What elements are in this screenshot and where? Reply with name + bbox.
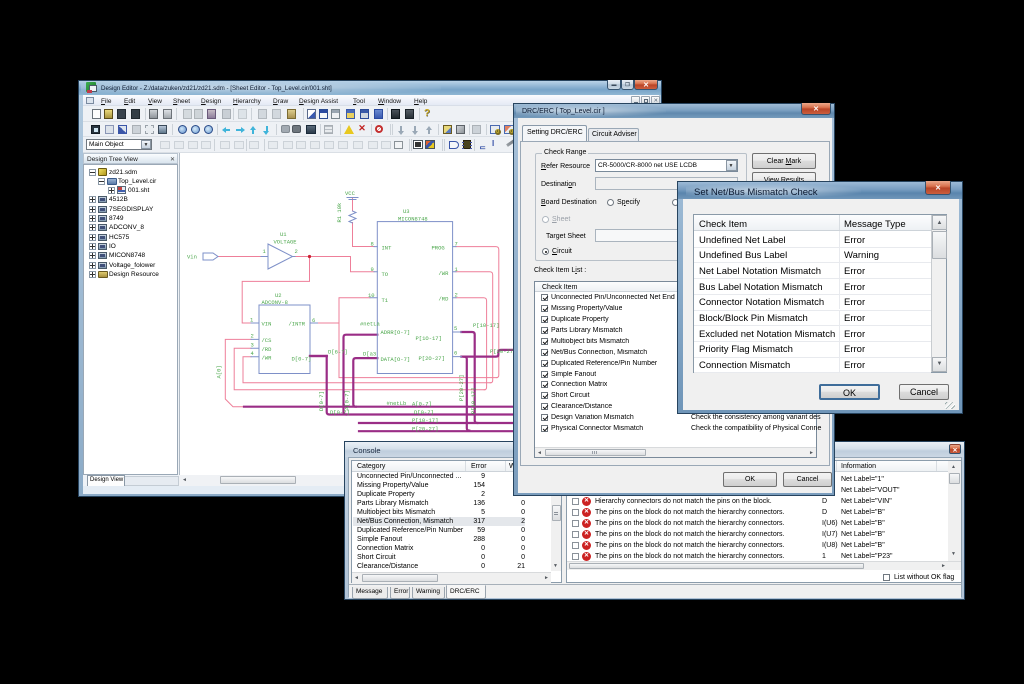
svg-text:P[10-17]: P[10-17]	[412, 417, 438, 424]
svg-text:D[a3: D[a3	[363, 351, 376, 358]
svg-text:D[0-7]: D[0-7]	[292, 356, 312, 363]
svg-text:U2: U2	[275, 292, 282, 299]
svg-text:/WR: /WR	[262, 354, 273, 361]
svg-text:P[20-27]: P[20-27]	[458, 375, 465, 401]
svg-text:8: 8	[371, 241, 374, 248]
svg-text:TO: TO	[382, 271, 389, 278]
svg-text:ADCONV-8: ADCONV-8	[262, 299, 288, 306]
svg-text:DATA[O-7]: DATA[O-7]	[381, 356, 411, 363]
svg-text:R1 10k: R1 10k	[336, 202, 343, 223]
svg-text:PROG: PROG	[432, 245, 445, 252]
svg-text:D[0-7]: D[0-7]	[318, 391, 325, 411]
svg-text:A[0-7]: A[0-7]	[412, 400, 432, 407]
svg-text:10: 10	[368, 292, 375, 299]
svg-text:#netLa: #netLa	[360, 321, 381, 328]
svg-text:P[1O-17]: P[1O-17]	[416, 335, 442, 342]
svg-text:2: 2	[295, 248, 298, 255]
svg-text:VCC: VCC	[345, 190, 356, 197]
svg-text:1: 1	[250, 317, 254, 324]
svg-text:D[0-7]: D[0-7]	[414, 409, 434, 416]
svg-text:VIN: VIN	[262, 321, 272, 328]
svg-text:A[0]: A[0]	[216, 365, 223, 378]
svg-text:INT: INT	[382, 245, 393, 252]
svg-text:3: 3	[251, 341, 254, 348]
svg-text:5: 5	[454, 325, 457, 332]
svg-text:/INTR: /INTR	[289, 321, 306, 328]
svg-text:9: 9	[371, 266, 374, 273]
svg-text:2: 2	[455, 291, 458, 298]
svg-text:T1: T1	[382, 297, 389, 304]
svg-text:1: 1	[263, 248, 267, 255]
svg-text:A[0-7]: A[0-7]	[344, 390, 351, 410]
svg-text:7: 7	[455, 241, 458, 248]
svg-text:6: 6	[454, 350, 457, 357]
svg-text:/CS: /CS	[262, 337, 273, 344]
svg-text:P[10-17]: P[10-17]	[473, 322, 499, 329]
svg-text:ADRR[O-7]: ADRR[O-7]	[381, 329, 411, 336]
svg-text:/RD: /RD	[439, 296, 450, 303]
svg-text:P[10-17]: P[10-17]	[470, 388, 477, 414]
svg-text:P[2O-27]: P[2O-27]	[419, 355, 445, 362]
svg-text:VOLTAGE: VOLTAGE	[274, 239, 298, 246]
svg-text:2: 2	[251, 333, 254, 340]
svg-text:P[20-27]: P[20-27]	[412, 425, 438, 432]
svg-text:U3: U3	[403, 208, 410, 215]
svg-text:Vin: Vin	[187, 254, 197, 261]
svg-text:D[6-7]: D[6-7]	[328, 349, 348, 356]
svg-text:4: 4	[251, 350, 255, 357]
svg-text:6: 6	[312, 317, 315, 324]
svg-text:U1: U1	[280, 231, 287, 238]
svg-text:/WR: /WR	[439, 270, 450, 277]
svg-text:MICON8748: MICON8748	[398, 215, 428, 222]
svg-text:#netLb: #netLb	[387, 400, 407, 407]
svg-text:/RD: /RD	[262, 346, 273, 353]
